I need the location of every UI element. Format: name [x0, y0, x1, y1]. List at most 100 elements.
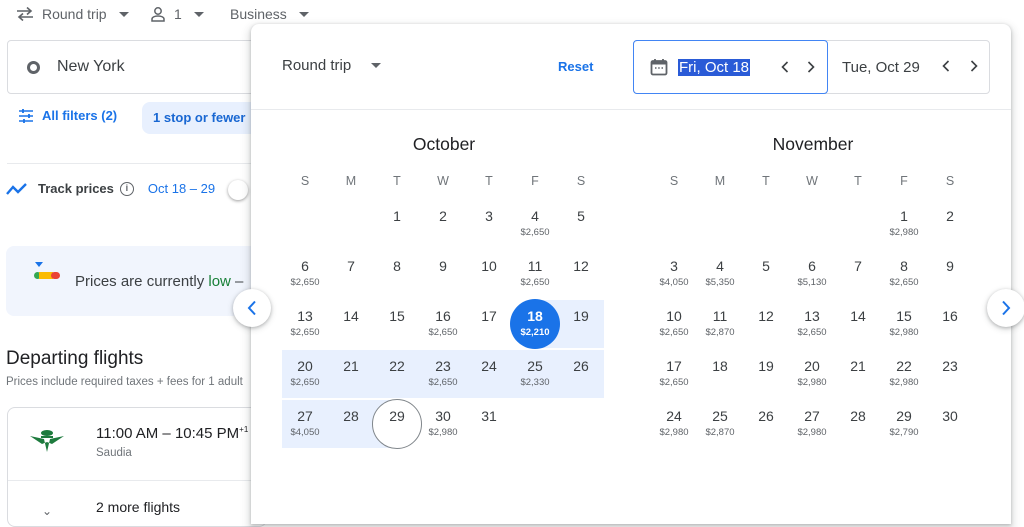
calendar-day[interactable]: 11 $2,870 — [697, 300, 743, 348]
weekday-header: T — [762, 174, 770, 188]
return-date-field[interactable]: Tue, Oct 29 — [828, 40, 991, 94]
return-prev-day-button[interactable] — [937, 57, 955, 75]
calendar-day[interactable]: 5 — [743, 250, 789, 298]
calendar-day[interactable]: 29 — [372, 399, 422, 449]
calendar-day[interactable]: 14 — [835, 300, 881, 348]
calendar-day[interactable]: 29 $2,790 — [881, 400, 927, 448]
calendar-day[interactable]: 10 $2,650 — [651, 300, 697, 348]
departure-prev-day-button[interactable] — [776, 58, 794, 76]
calendar-day[interactable]: 26 — [743, 400, 789, 448]
calendar-day[interactable]: 22 — [374, 350, 420, 398]
day-price: $2,980 — [659, 427, 689, 438]
calendar-day[interactable]: 20 $2,980 — [789, 350, 835, 398]
calendar-day[interactable]: 27 $2,980 — [789, 400, 835, 448]
calendar-day[interactable]: 14 — [328, 300, 374, 348]
day-number: 11 — [712, 308, 728, 324]
calendar-day[interactable]: 1 $2,980 — [881, 200, 927, 248]
reset-button[interactable]: Reset — [558, 59, 593, 74]
calendar-day[interactable]: 19 — [743, 350, 789, 398]
day-price: $2,650 — [520, 277, 550, 288]
calendar-day[interactable]: 5 — [558, 200, 604, 248]
day-price: $4,050 — [659, 277, 689, 288]
calendar-day[interactable]: 28 — [835, 400, 881, 448]
day-price: $2,650 — [290, 377, 320, 388]
info-icon[interactable]: i — [119, 181, 134, 196]
origin-input[interactable]: New York — [7, 40, 267, 94]
calendar-day[interactable]: 21 — [328, 350, 374, 398]
day-number: 22 — [896, 358, 912, 374]
day-number: 21 — [850, 358, 866, 374]
calendar-day[interactable]: 8 — [374, 250, 420, 298]
calendar-day[interactable]: 24 $2,980 — [651, 400, 697, 448]
all-filters-button[interactable]: All filters (2) — [18, 108, 117, 123]
calendar-day[interactable]: 13 $2,650 — [282, 300, 328, 348]
calendar-day[interactable]: 25 $2,330 — [512, 350, 558, 398]
calendar-day[interactable]: 24 — [466, 350, 512, 398]
return-next-day-button[interactable] — [965, 57, 983, 75]
weekday-header: M — [714, 174, 726, 188]
calendar-day[interactable]: 12 — [558, 250, 604, 298]
calendar-day[interactable]: 3 — [466, 200, 512, 248]
departure-next-day-button[interactable] — [802, 58, 820, 76]
cabin-class-dropdown[interactable]: Business — [230, 6, 309, 22]
calendar-day[interactable]: 7 — [328, 250, 374, 298]
calendar-day[interactable]: 4 $5,350 — [697, 250, 743, 298]
calendar-day[interactable]: 7 — [835, 250, 881, 298]
calendar-day[interactable]: 9 — [927, 250, 973, 298]
calendar-day[interactable]: 12 — [743, 300, 789, 348]
calendar-day[interactable]: 6 $5,130 — [789, 250, 835, 298]
calendar-day[interactable]: 1 — [374, 200, 420, 248]
calendar-day[interactable]: 13 $2,650 — [789, 300, 835, 348]
calendar-day[interactable]: 11 $2,650 — [512, 250, 558, 298]
day-number: 23 — [435, 358, 451, 374]
day-number: 16 — [435, 308, 451, 324]
calendar-day[interactable]: 16 $2,650 — [420, 300, 466, 348]
day-number: 5 — [577, 208, 585, 224]
calendar-day[interactable]: 30 $2,980 — [420, 400, 466, 448]
chevron-right-icon — [1002, 300, 1011, 316]
calendar-day[interactable]: 15 — [374, 300, 420, 348]
calendar-day[interactable]: 15 $2,980 — [881, 300, 927, 348]
calendar-day[interactable]: 8 $2,650 — [881, 250, 927, 298]
calendar-day[interactable]: 18 $2,210 — [510, 299, 560, 349]
day-number: 6 — [808, 258, 816, 274]
selected-return-marker — [372, 399, 422, 449]
calendar-day[interactable]: 17 — [466, 300, 512, 348]
calendar-day[interactable]: 16 — [927, 300, 973, 348]
calendar-day[interactable]: 17 $2,650 — [651, 350, 697, 398]
calendar-day[interactable]: 26 — [558, 350, 604, 398]
calendar-day[interactable]: 4 $2,650 — [512, 200, 558, 248]
dialog-trip-type-dropdown[interactable]: Round trip — [282, 57, 382, 74]
calendar-day[interactable]: 19 — [558, 300, 604, 348]
previous-month-button[interactable] — [233, 289, 271, 327]
calendar-day[interactable]: 6 $2,650 — [282, 250, 328, 298]
calendar-day[interactable]: 21 — [835, 350, 881, 398]
next-month-button[interactable] — [987, 289, 1024, 327]
day-price: $2,980 — [889, 327, 919, 338]
day-number: 22 — [389, 358, 405, 374]
day-number: 4 — [531, 208, 539, 224]
calendar-day[interactable]: 22 $2,980 — [881, 350, 927, 398]
calendar-day[interactable]: 23 $2,650 — [420, 350, 466, 398]
dialog-trip-type-label: Round trip — [282, 57, 352, 74]
date-picker-dialog: Round trip Reset Fri, Oct 18 Tue, Oct 29… — [251, 24, 1011, 524]
calendar-day[interactable]: 28 — [328, 400, 374, 448]
calendar-day[interactable]: 2 — [420, 200, 466, 248]
calendar-day[interactable]: 3 $4,050 — [651, 250, 697, 298]
calendar-day[interactable]: 10 — [466, 250, 512, 298]
passengers-dropdown[interactable]: 1 — [150, 6, 204, 22]
day-number: 19 — [573, 308, 589, 324]
track-prices-toggle[interactable] — [228, 180, 248, 200]
calendar-day[interactable]: 20 $2,650 — [282, 350, 328, 398]
calendar-day[interactable]: 23 — [927, 350, 973, 398]
calendar-day[interactable]: 31 — [466, 400, 512, 448]
calendar-day[interactable]: 18 — [697, 350, 743, 398]
departure-date-field[interactable]: Fri, Oct 18 — [633, 40, 828, 94]
calendar-day[interactable]: 27 $4,050 — [282, 400, 328, 448]
calendar-day[interactable]: 25 $2,870 — [697, 400, 743, 448]
trip-type-dropdown[interactable]: Round trip — [16, 6, 129, 22]
calendar-day[interactable]: 9 — [420, 250, 466, 298]
more-flights-link[interactable]: 2 more flights — [96, 499, 180, 515]
calendar-day[interactable]: 2 — [927, 200, 973, 248]
calendar-day[interactable]: 30 — [927, 400, 973, 448]
